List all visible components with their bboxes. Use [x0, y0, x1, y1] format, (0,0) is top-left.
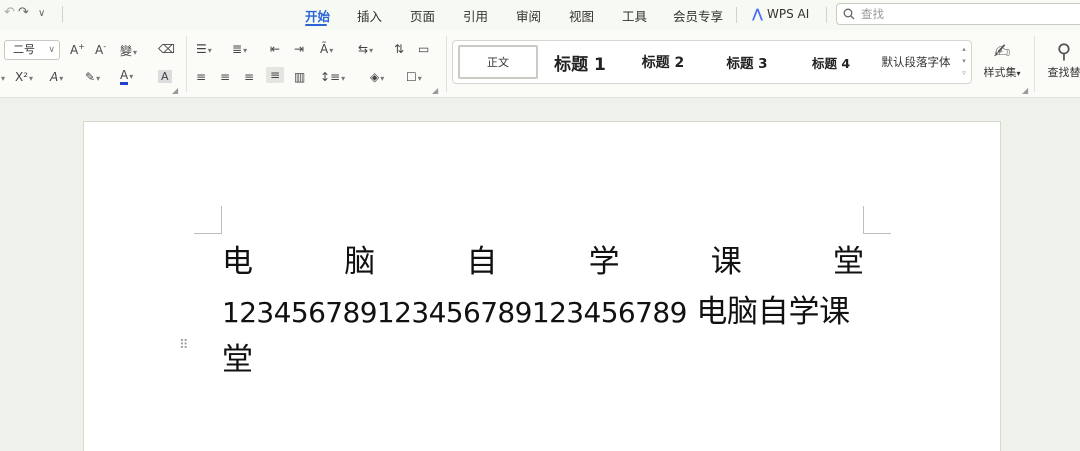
justify-icon[interactable]: ≡: [266, 67, 285, 83]
increase-font-size-button[interactable]: A+: [70, 42, 85, 57]
wps-ai-icon: ⋀: [752, 6, 763, 22]
tab-home[interactable]: 开始: [305, 6, 330, 25]
style-set-button[interactable]: ✍ 样式集▾: [980, 38, 1024, 80]
align-center-icon[interactable]: ≡: [220, 70, 230, 84]
tab-view[interactable]: 视图: [569, 6, 594, 25]
font-dialog-launcher-icon[interactable]: ◢: [172, 86, 178, 95]
divider: [186, 36, 187, 92]
line-spacing-icon[interactable]: ↕≡▾: [320, 70, 345, 84]
tab-page[interactable]: 页面: [410, 6, 435, 25]
font-size-value: 二号: [13, 43, 35, 56]
document-line-3[interactable]: 堂: [222, 334, 864, 379]
redo-icon[interactable]: ↷: [18, 5, 29, 20]
margin-corner-mark: [863, 206, 891, 234]
doc-text: 电脑自学课: [686, 294, 850, 330]
distributed-align-icon[interactable]: ▥: [294, 70, 305, 84]
doc-char: 堂: [832, 244, 864, 280]
doc-char: 自: [466, 244, 498, 280]
style-default-paragraph-font[interactable]: 默认段落字体: [873, 45, 959, 79]
ribbon-toolbar: 二号 ∨ A+ A- 變▾ ⌫ ▾ X²▾ A▾ ✎▾ A▾ A ◢ ☰▾ ≣▾…: [0, 30, 1080, 98]
divider: [446, 36, 447, 92]
chevron-down-icon[interactable]: ∨: [38, 8, 45, 19]
clear-format-icon[interactable]: ⌫: [158, 42, 175, 56]
chevron-down-icon: ∨: [48, 45, 55, 55]
style-heading-4[interactable]: 标题 4: [796, 45, 866, 79]
style-heading-2[interactable]: 标题 2: [628, 45, 698, 79]
doc-char: 学: [588, 244, 620, 280]
tab-tools[interactable]: 工具: [622, 6, 647, 25]
align-left-icon[interactable]: ≡: [196, 70, 206, 84]
document-line-1[interactable]: 电 脑 自 学 课 堂: [222, 236, 864, 281]
search-icon: ⚲: [1056, 39, 1072, 63]
increase-indent-icon[interactable]: ⇥: [294, 42, 304, 56]
divider: [62, 6, 63, 22]
sort-icon[interactable]: ⇅: [394, 42, 404, 56]
bullet-list-icon[interactable]: ☰▾: [196, 42, 212, 56]
style-heading-3[interactable]: 标题 3: [711, 45, 783, 79]
font-size-select[interactable]: 二号 ∨: [4, 40, 60, 60]
styles-scroll-control[interactable]: ▴ ▾ ▿: [960, 43, 968, 79]
menu-tab-bar: ↶ ↷ ∨ 开始 插入 页面 引用 审阅 视图 工具 会员专享 ⋀ WPS AI…: [0, 0, 1080, 30]
doc-char: 电: [222, 244, 253, 280]
style-heading-1[interactable]: 标题 1: [545, 45, 615, 79]
style-set-label: 样式集: [983, 66, 1017, 79]
tab-insert[interactable]: 插入: [357, 6, 382, 25]
tab-member[interactable]: 会员专享: [673, 6, 723, 25]
search-placeholder: 查找: [861, 7, 884, 21]
char-shading-button[interactable]: A: [158, 70, 172, 83]
numbered-list-icon[interactable]: ≣▾: [232, 42, 247, 56]
phonetic-guide-button[interactable]: 變▾: [120, 42, 137, 59]
find-replace-button[interactable]: ⚲ 查找替: [1044, 38, 1080, 80]
style-set-icon: ✍: [993, 39, 1011, 63]
wps-ai-button[interactable]: ⋀ WPS AI: [746, 3, 815, 25]
find-replace-label: 查找替: [1047, 66, 1080, 79]
divider: [826, 7, 827, 23]
chinese-layout-icon[interactable]: ⇆▾: [358, 42, 373, 56]
styles-gallery: 正文 标题 1 标题 2 标题 3 标题 4 默认段落字体 ▴ ▾ ▿: [452, 40, 972, 84]
document-workspace: 电 脑 自 学 课 堂 123456789123456789123456789 …: [0, 99, 1080, 451]
align-right-icon[interactable]: ≡: [244, 70, 254, 84]
doc-number-text: 123456789123456789123456789: [222, 296, 687, 329]
undo-icon[interactable]: ↶: [4, 5, 15, 20]
decrease-font-size-button[interactable]: A-: [95, 42, 106, 57]
font-color-button[interactable]: A▾: [120, 68, 133, 85]
doc-text: 堂: [222, 342, 253, 378]
paragraph-dialog-launcher-icon[interactable]: ◢: [432, 86, 438, 95]
wps-ai-label: WPS AI: [766, 7, 810, 21]
shading-icon[interactable]: ◈▾: [370, 70, 384, 84]
paragraph-drag-handle-icon[interactable]: ⠿: [179, 339, 188, 352]
decrease-indent-icon[interactable]: ⇤: [270, 42, 280, 56]
doc-char: 脑: [344, 244, 376, 280]
document-line-2[interactable]: 123456789123456789123456789 电脑自学课: [222, 286, 864, 331]
show-marks-icon[interactable]: ▭: [418, 42, 429, 56]
text-direction-icon[interactable]: Ã▾: [320, 42, 333, 56]
search-input[interactable]: 查找: [836, 3, 1080, 25]
highlight-button[interactable]: ✎▾: [85, 70, 100, 84]
margin-corner-mark: [194, 206, 222, 234]
text-effect-button[interactable]: A▾: [50, 70, 63, 84]
active-tab-indicator: [305, 24, 327, 26]
divider: [1034, 36, 1035, 92]
chevron-down-icon[interactable]: ▾: [0, 70, 5, 84]
doc-char: 课: [710, 244, 742, 280]
border-icon[interactable]: ☐▾: [406, 70, 422, 84]
search-icon: [843, 8, 855, 20]
style-normal[interactable]: 正文: [458, 45, 538, 79]
tab-review[interactable]: 审阅: [516, 6, 541, 25]
tab-references[interactable]: 引用: [463, 6, 488, 25]
styles-dialog-launcher-icon[interactable]: ◢: [1022, 86, 1028, 95]
superscript-button[interactable]: X²▾: [15, 70, 33, 84]
document-page[interactable]: 电 脑 自 学 课 堂 123456789123456789123456789 …: [83, 121, 1001, 451]
divider: [736, 7, 737, 23]
